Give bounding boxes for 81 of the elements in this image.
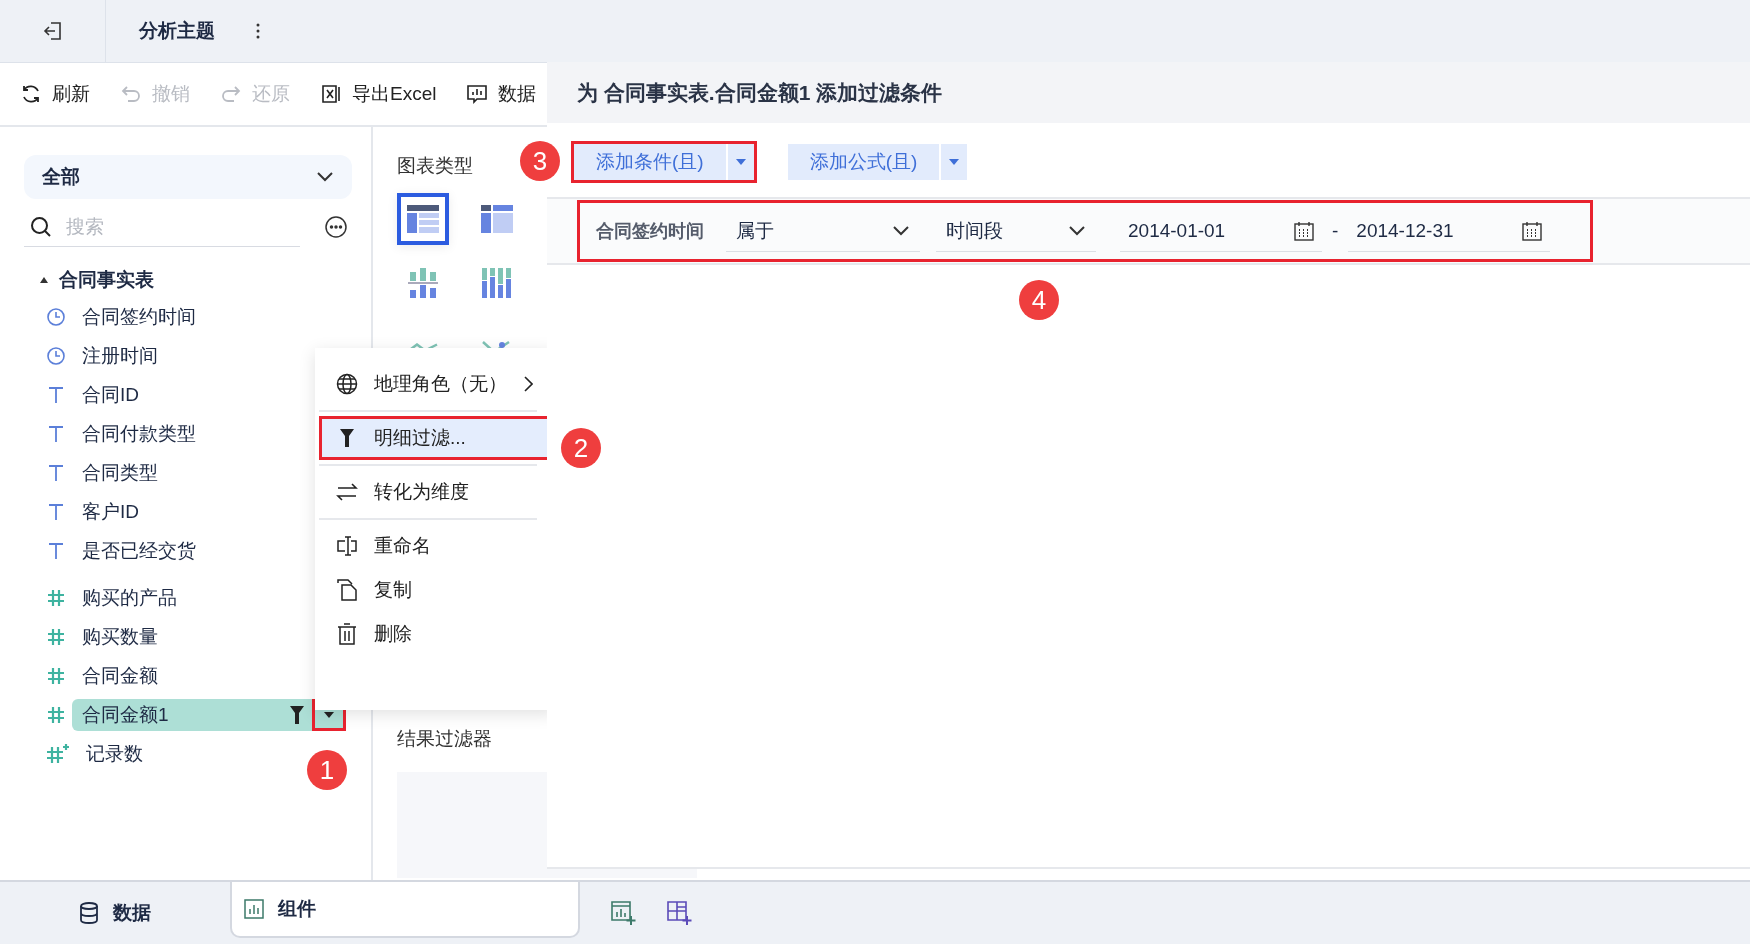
step-number-badge: 3 <box>520 141 560 181</box>
text-type-icon <box>46 423 66 444</box>
exit-icon[interactable] <box>41 20 64 42</box>
swap-arrows-icon <box>336 482 358 502</box>
operator-select[interactable]: 属于 <box>726 210 920 252</box>
chevron-down-icon <box>892 225 910 236</box>
expand-triangle-icon[interactable] <box>39 275 49 285</box>
add-layout-icon[interactable] <box>666 900 692 926</box>
toolbar-button[interactable]: 刷新 <box>20 81 90 107</box>
bar-chart-icon <box>244 899 264 919</box>
copy-icon <box>336 579 358 601</box>
text-type-icon <box>46 540 66 561</box>
date-field[interactable]: 2014-01-01 <box>1120 210 1322 252</box>
hash-icon <box>46 626 66 647</box>
field-item[interactable]: 是否已经交货 <box>72 534 204 567</box>
text-type-icon <box>46 501 66 522</box>
condition-field: 合同签约时间 <box>596 219 726 243</box>
table-name[interactable]: 合同事实表 <box>59 267 154 293</box>
more-icon[interactable] <box>255 23 261 39</box>
stacked-bar-icon <box>482 268 512 298</box>
hash-icon <box>46 587 66 608</box>
table-icon <box>407 205 439 233</box>
date-field[interactable]: 2014-12-31 <box>1348 210 1551 252</box>
excel-icon <box>320 83 342 105</box>
menu-item[interactable]: 转化为维度 <box>319 470 551 514</box>
text-type-icon <box>46 462 66 483</box>
scope-dropdown[interactable]: 全部 <box>24 155 352 199</box>
clock-icon <box>46 306 66 327</box>
add-chart-icon[interactable] <box>610 900 636 926</box>
calendar-icon <box>1522 220 1543 241</box>
menu-item[interactable]: 重命名 <box>319 524 551 568</box>
section-label: 图表类型 <box>397 154 473 178</box>
field-item[interactable]: 注册时间 <box>72 339 166 372</box>
bar-chart-icon <box>408 268 438 298</box>
menu-item[interactable]: 删除 <box>319 612 551 656</box>
clock-icon <box>46 345 66 366</box>
undo-icon <box>120 83 142 105</box>
caret-icon <box>735 159 746 165</box>
bottom-tab[interactable]: 数据 <box>0 882 230 944</box>
hash-star-icon <box>46 742 70 765</box>
bottom-tab[interactable]: 组件 <box>230 882 580 938</box>
caret-icon <box>949 159 960 165</box>
calendar-icon <box>1294 220 1314 241</box>
chevron-down-icon <box>1068 225 1086 236</box>
redo-icon <box>220 83 242 105</box>
app-title: 分析主题 <box>139 19 215 43</box>
field-item[interactable]: 购买的产品 <box>72 581 185 614</box>
field-item[interactable]: 购买数量 <box>72 620 166 653</box>
crosstable-icon <box>481 205 513 233</box>
database-icon <box>79 902 99 924</box>
hash-icon <box>46 704 66 725</box>
menu-item[interactable]: 地理角色（无） <box>319 362 551 406</box>
search-field[interactable]: 搜索 <box>64 214 268 239</box>
trash-icon <box>336 623 358 645</box>
field-item[interactable]: 客户ID <box>72 495 147 528</box>
text-type-icon <box>46 384 66 405</box>
field-item[interactable]: 记录数 <box>76 737 151 770</box>
dialog-title: 为 合同事实表.合同金额1 添加过滤条件 <box>577 79 943 106</box>
globe-icon <box>336 373 358 395</box>
rename-icon <box>336 535 358 557</box>
step-number-badge: 1 <box>307 750 347 790</box>
chart-comment-icon <box>466 83 489 105</box>
add-button[interactable]: 添加条件(且) <box>571 141 757 183</box>
field-item[interactable]: 合同签约时间 <box>72 300 204 333</box>
toolbar-button[interactable]: 导出Excel <box>320 81 437 107</box>
field-item[interactable]: 合同金额1 <box>72 698 312 731</box>
chart-type-option[interactable] <box>397 193 449 245</box>
field-item[interactable]: 合同ID <box>72 378 147 411</box>
refresh-icon <box>20 83 42 105</box>
hash-icon <box>46 665 66 686</box>
search-icon <box>30 215 52 238</box>
mode-select[interactable]: 时间段 <box>936 210 1096 252</box>
more-icon[interactable] <box>324 215 348 239</box>
chevron-down-icon <box>316 171 334 183</box>
field-item[interactable]: 合同金额 <box>72 659 166 692</box>
toolbar-button[interactable]: 数据 <box>466 81 537 107</box>
section-label: 结果过滤器 <box>397 727 492 751</box>
menu-item[interactable]: 复制 <box>319 568 551 612</box>
field-item[interactable]: 合同付款类型 <box>72 417 204 450</box>
range-separator: - <box>1332 220 1339 242</box>
field-item[interactable]: 合同类型 <box>72 456 166 489</box>
